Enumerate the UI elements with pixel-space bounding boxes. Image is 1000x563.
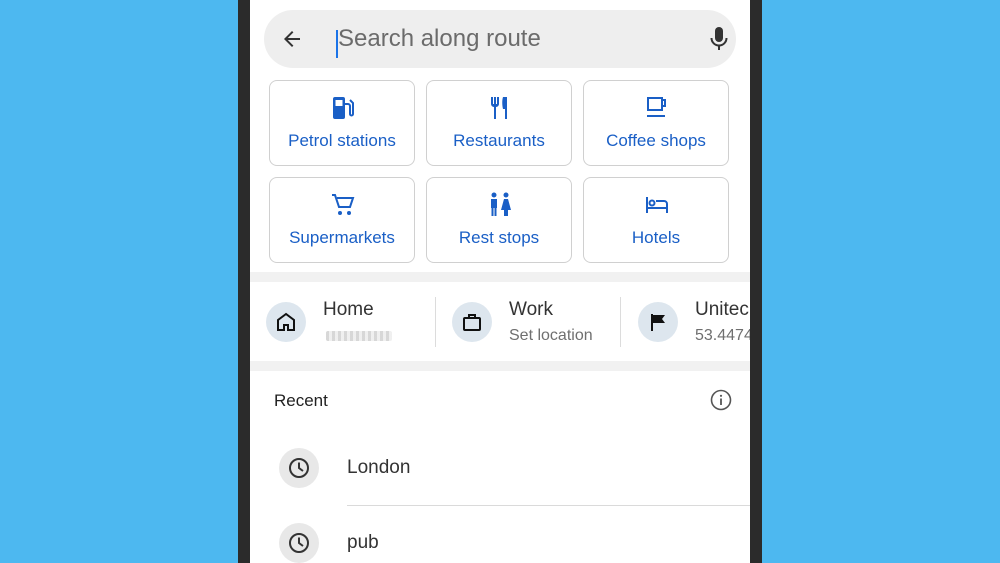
shortcut-title: Unitec bbox=[695, 299, 749, 320]
coffee-cup-icon bbox=[647, 97, 666, 117]
category-label: Rest stops bbox=[458, 228, 540, 247]
shortcut-home[interactable]: Home bbox=[250, 283, 435, 361]
home-icon-badge bbox=[266, 302, 306, 342]
category-grid: Petrol stations Restaurants Coffee shops bbox=[269, 80, 731, 264]
info-icon[interactable] bbox=[710, 389, 732, 411]
category-rest-stops[interactable]: Rest stops bbox=[426, 177, 572, 263]
section-divider bbox=[250, 361, 750, 371]
category-hotels[interactable]: Hotels bbox=[583, 177, 729, 263]
category-label: Supermarkets bbox=[289, 228, 395, 247]
saved-places-row: Home Work Set location Unitec 53.4474 bbox=[250, 283, 750, 361]
shortcut-subtitle: 53.4474 bbox=[695, 327, 750, 344]
flag-icon bbox=[651, 314, 665, 331]
shortcut-subtitle: Set location bbox=[509, 327, 593, 344]
briefcase-icon bbox=[463, 314, 481, 331]
fork-knife-icon bbox=[491, 97, 507, 119]
recent-heading: Recent bbox=[274, 391, 328, 410]
section-divider bbox=[250, 272, 750, 282]
category-label: Coffee shops bbox=[606, 131, 706, 150]
recent-item-pub[interactable]: pub bbox=[250, 514, 750, 563]
category-label: Hotels bbox=[631, 228, 681, 247]
shortcut-work[interactable]: Work Set location bbox=[436, 283, 620, 361]
recent-item-london[interactable]: London bbox=[250, 439, 750, 499]
category-label: Petrol stations bbox=[288, 131, 396, 150]
phone-frame: Search along route Petrol stations Resta… bbox=[238, 0, 762, 563]
shopping-cart-icon bbox=[332, 194, 355, 215]
category-supermarkets[interactable]: Supermarkets bbox=[269, 177, 415, 263]
restroom-icon bbox=[491, 192, 511, 216]
back-arrow-icon[interactable] bbox=[280, 27, 304, 51]
clock-icon bbox=[289, 533, 309, 553]
category-label: Restaurants bbox=[453, 131, 545, 150]
redacted-address bbox=[326, 331, 392, 341]
gas-station-icon bbox=[333, 97, 354, 119]
shortcut-title: Home bbox=[323, 299, 374, 320]
shortcut-unitec[interactable]: Unitec 53.4474 bbox=[621, 283, 750, 361]
search-input[interactable]: Search along route bbox=[338, 24, 541, 54]
bed-icon bbox=[646, 197, 668, 213]
search-bar[interactable]: Search along route bbox=[264, 10, 736, 68]
clock-icon-badge bbox=[279, 523, 319, 563]
clock-icon-badge bbox=[279, 448, 319, 488]
clock-icon bbox=[289, 458, 309, 478]
category-coffee-shops[interactable]: Coffee shops bbox=[583, 80, 729, 166]
category-petrol-stations[interactable]: Petrol stations bbox=[269, 80, 415, 166]
category-restaurants[interactable]: Restaurants bbox=[426, 80, 572, 166]
recent-item-label: pub bbox=[347, 532, 379, 553]
list-divider bbox=[347, 505, 750, 506]
microphone-icon[interactable] bbox=[708, 26, 730, 52]
briefcase-icon-badge bbox=[452, 302, 492, 342]
maps-screen: Search along route Petrol stations Resta… bbox=[250, 0, 750, 563]
home-icon bbox=[277, 312, 295, 331]
recent-item-label: London bbox=[347, 457, 411, 478]
flag-icon-badge bbox=[638, 302, 678, 342]
shortcut-title: Work bbox=[509, 299, 553, 320]
